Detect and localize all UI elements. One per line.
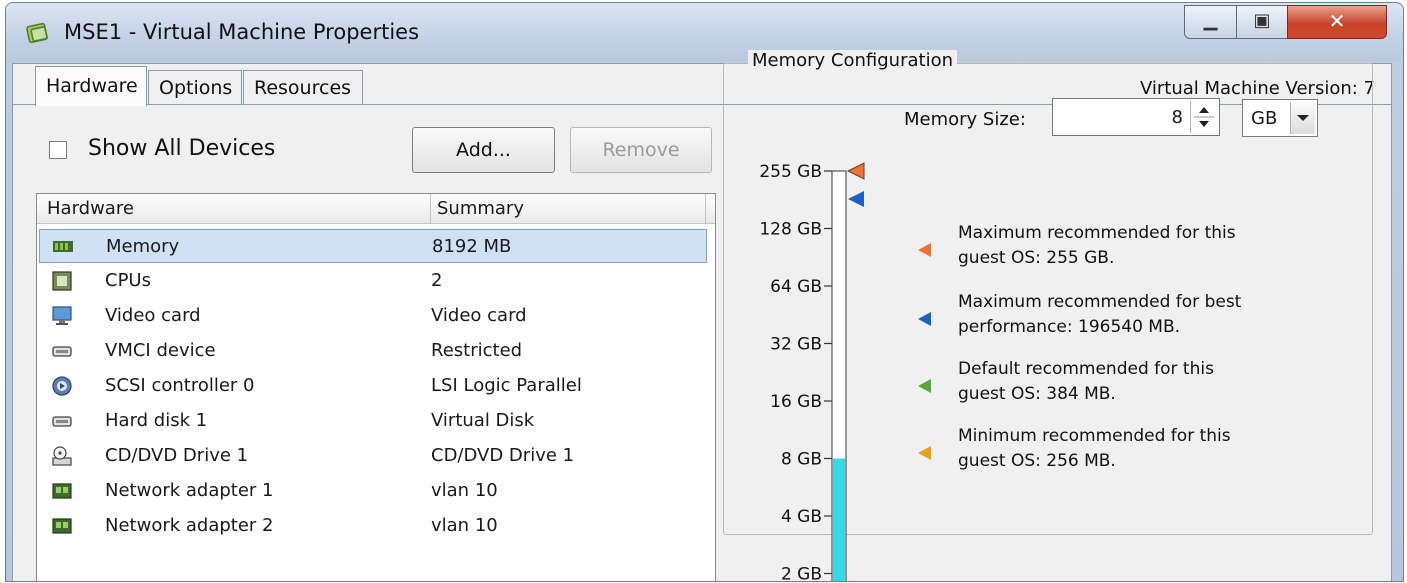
chevron-down-icon — [1290, 102, 1315, 134]
memory-unit-select[interactable]: GB — [1242, 99, 1318, 137]
scale-label: 32 GB — [770, 335, 822, 355]
legend-item: Maximum recommended for best performance:… — [958, 290, 1241, 340]
scale-label: 4 GB — [781, 507, 822, 527]
scale-label: 64 GB — [770, 277, 822, 297]
max-perf-marker — [848, 191, 864, 207]
legend-item: Minimum recommended for this guest OS: 25… — [958, 424, 1231, 474]
legend-line-2: guest OS: 255 GB. — [958, 248, 1115, 268]
legend-line-2: guest OS: 384 MB. — [958, 384, 1116, 404]
legend-line-1: Minimum recommended for this — [958, 426, 1231, 446]
maximize-icon: ▣ — [1253, 10, 1271, 31]
memory-size-label: Memory Size: — [904, 109, 1026, 130]
scale-label: 128 GB — [759, 220, 822, 240]
tab-hardware[interactable]: Hardware — [35, 66, 147, 106]
legend-marker-icon — [918, 446, 931, 460]
legend-line-1: Maximum recommended for best — [958, 292, 1242, 312]
vm-properties-window: MSE1 - Virtual Machine Properties ▁ ▣ ✕ … — [5, 2, 1404, 582]
max-os-marker — [846, 162, 865, 180]
legend-marker-icon — [918, 243, 931, 257]
legend-item: Default recommended for this guest OS: 38… — [958, 357, 1214, 407]
scale-label: 2 GB — [781, 565, 822, 583]
maximize-button[interactable]: ▣ — [1236, 5, 1288, 39]
legend-line-2: guest OS: 256 MB. — [958, 451, 1116, 471]
legend-line-1: Maximum recommended for this — [958, 223, 1236, 243]
close-button[interactable]: ✕ — [1287, 5, 1387, 39]
minimize-button[interactable]: ▁ — [1184, 5, 1237, 39]
memory-scale-fill — [833, 458, 845, 581]
legend-marker-icon — [918, 312, 931, 326]
legend-item: Maximum recommended for this guest OS: 25… — [958, 221, 1236, 271]
legend-line-1: Default recommended for this — [958, 359, 1214, 379]
memory-size-input[interactable]: 8 — [1052, 98, 1220, 136]
scale-label: 255 GB — [759, 162, 822, 182]
scale-label: 8 GB — [781, 450, 822, 470]
legend-line-2: performance: 196540 MB. — [958, 317, 1181, 337]
close-icon: ✕ — [1328, 9, 1346, 33]
memory-unit-value: GB — [1251, 108, 1278, 129]
memory-size-stepper[interactable] — [1190, 101, 1217, 133]
memory-size-value: 8 — [1171, 107, 1183, 128]
scale-label: 16 GB — [770, 392, 822, 412]
legend-marker-icon — [918, 379, 931, 393]
minimize-icon: ▁ — [1203, 10, 1218, 31]
